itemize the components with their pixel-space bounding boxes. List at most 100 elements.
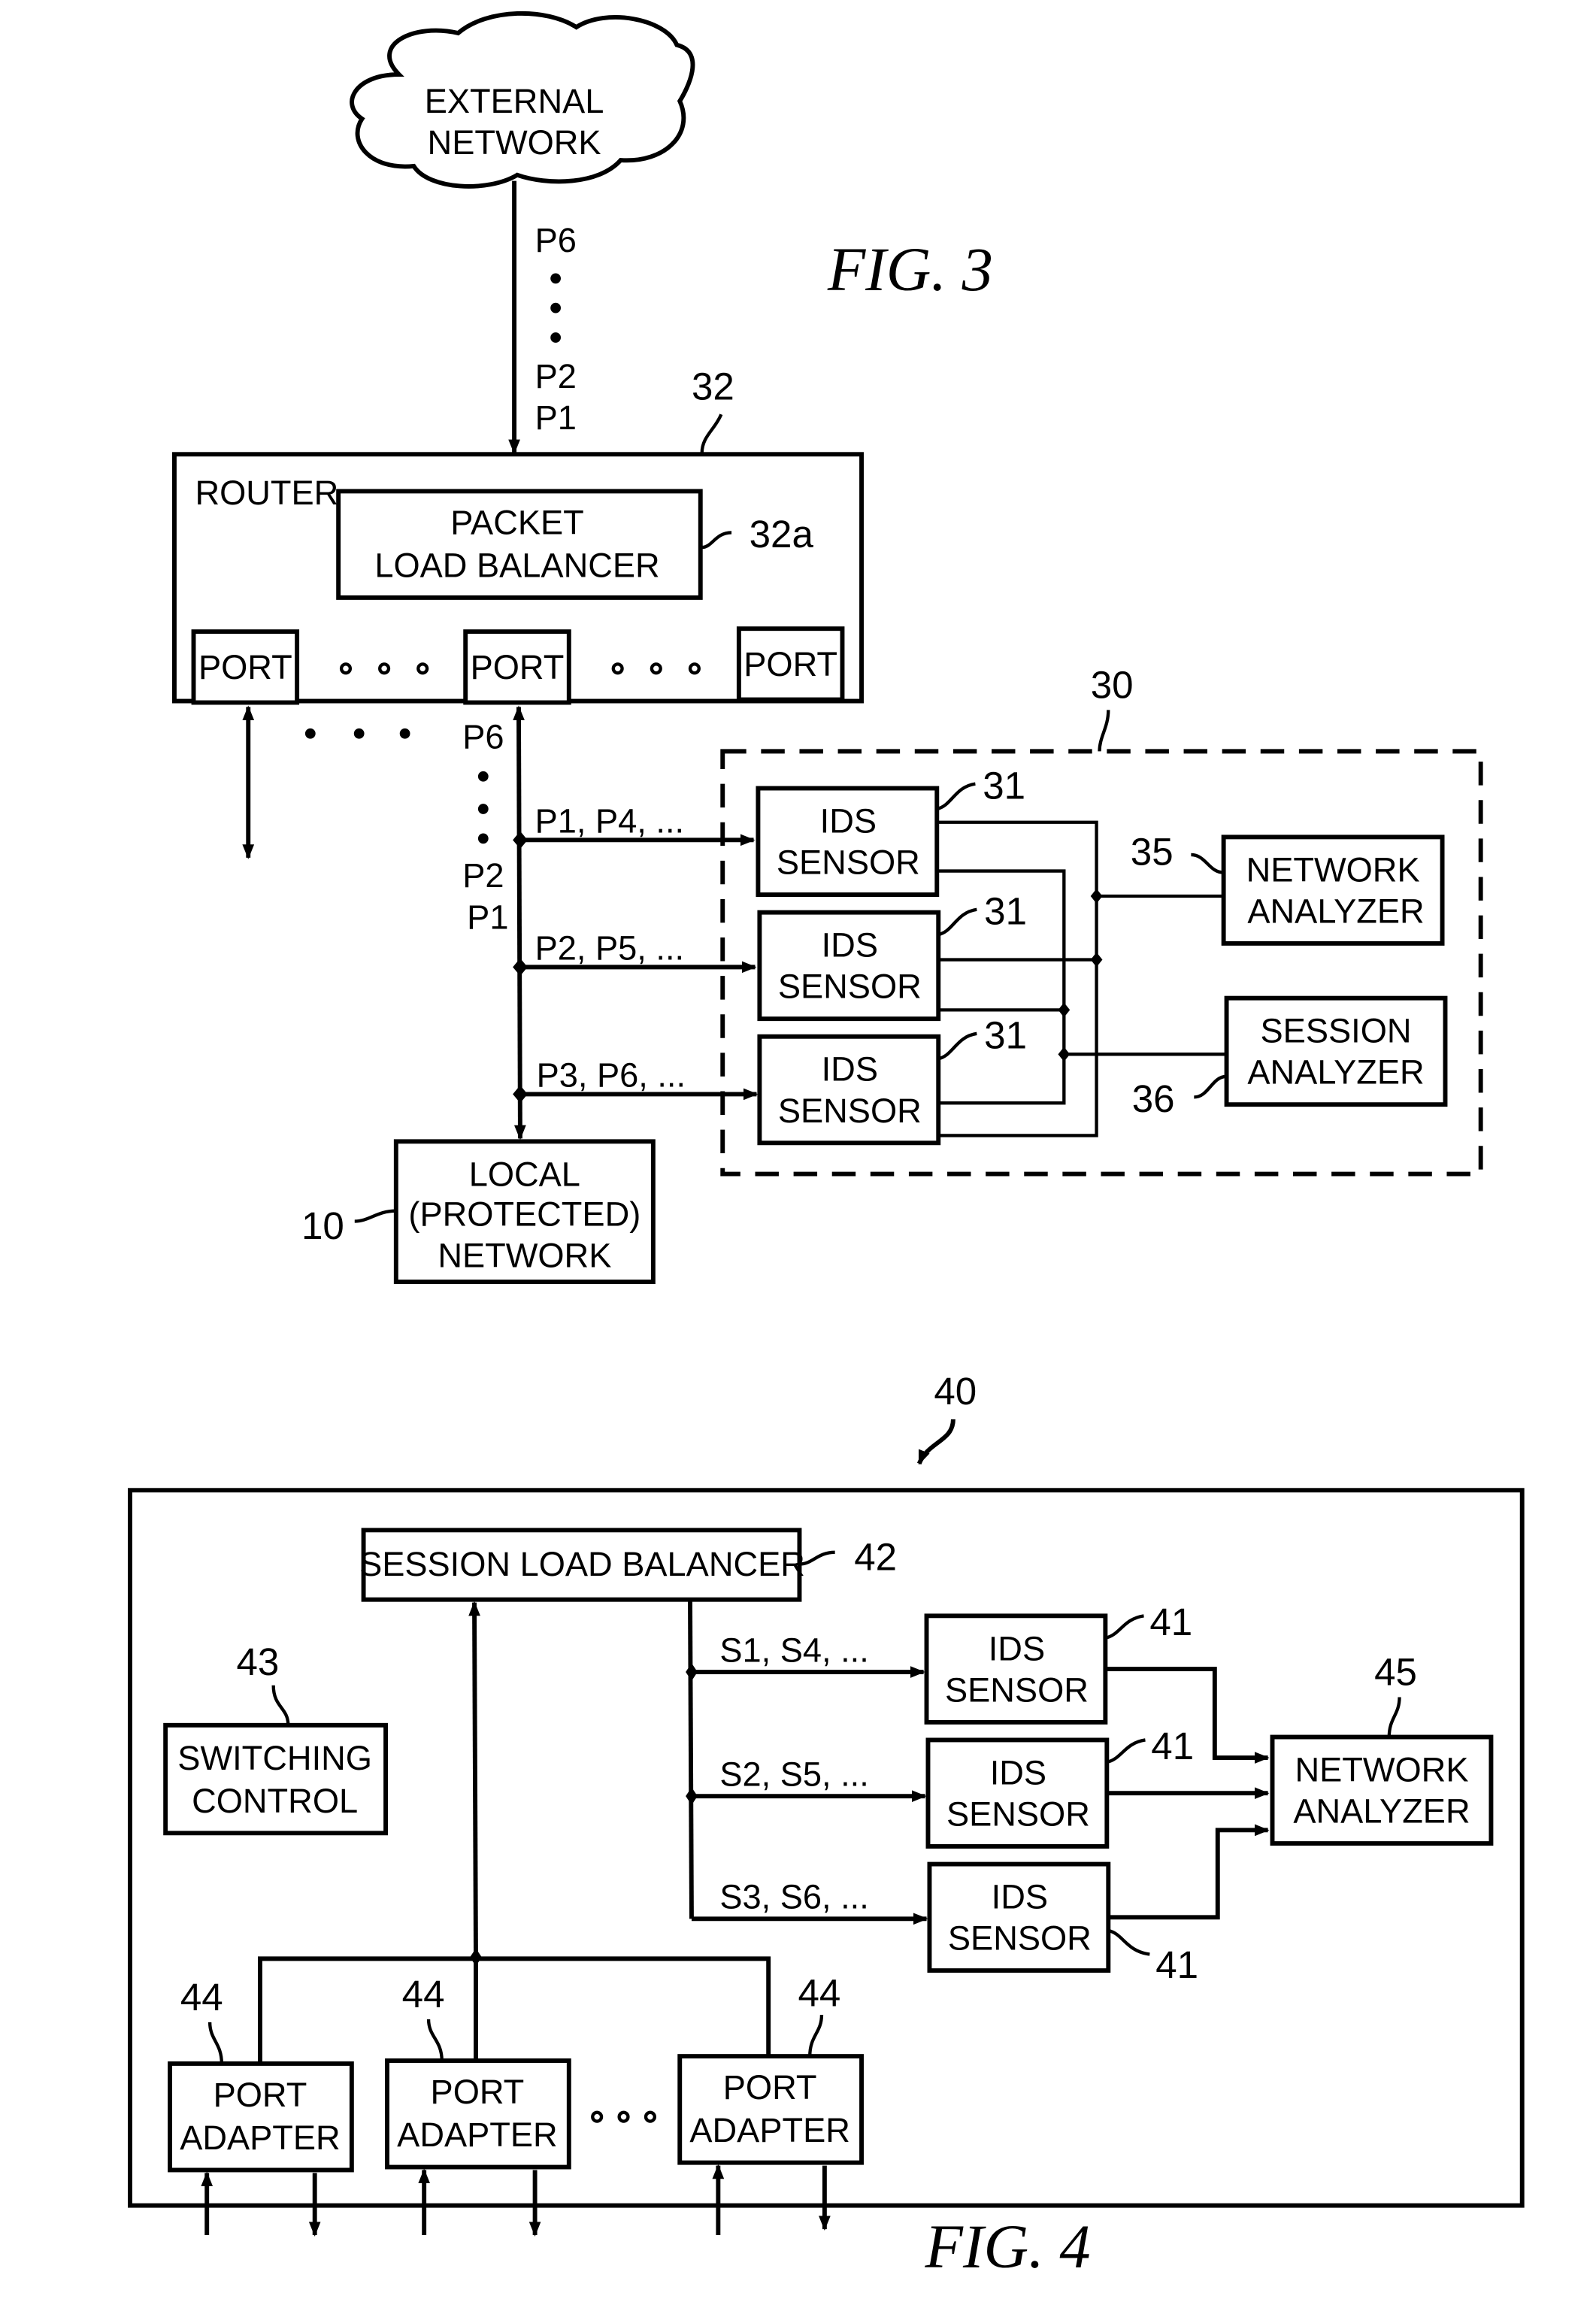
- external-network-cloud: EXTERNAL NETWORK: [350, 11, 695, 189]
- ellipsis-circle: [416, 662, 429, 675]
- fig3-network-analyzer: NETWORK ANALYZER 35: [1131, 831, 1445, 946]
- ellipsis-dot: [304, 728, 316, 739]
- sensor-ref: 31: [984, 889, 1027, 932]
- switching-control: SWITCHING CONTROL 43: [163, 1640, 389, 1836]
- fig4: 40 SESSION LOAD BALANCER 42 SWITCHING CO…: [128, 1370, 1525, 2281]
- ellipsis-dot: [477, 833, 489, 844]
- flow-label-1: P1, P4, ...: [535, 801, 685, 840]
- svg-text:SENSOR: SENSOR: [778, 968, 922, 1006]
- router-port-1: PORT: [191, 629, 300, 705]
- uplink-arrow: [468, 1601, 480, 1955]
- sensor-ref: 31: [984, 1013, 1027, 1056]
- switching-control-ref: 43: [237, 1640, 280, 1683]
- svg-text:ADAPTER: ADAPTER: [689, 2111, 850, 2149]
- svg-text:IDS: IDS: [992, 1878, 1048, 1916]
- flow-label-2: P2, P5, ...: [535, 929, 685, 968]
- fig3-sensor-2: IDS SENSOR 31: [757, 889, 1027, 1022]
- fig3-sensor-1: IDS SENSOR 31: [756, 764, 1025, 897]
- ellipsis-circle: [378, 662, 391, 675]
- ellipsis-dot: [550, 332, 561, 343]
- fig4-sensor-1: IDS SENSOR 41: [924, 1601, 1192, 1725]
- incoming-packet-p2: P2: [535, 357, 577, 395]
- svg-text:LOCAL: LOCAL: [469, 1155, 580, 1193]
- svg-text:IDS: IDS: [990, 1753, 1046, 1792]
- svg-text:SENSOR: SENSOR: [778, 1092, 922, 1130]
- svg-text:IDS: IDS: [820, 801, 877, 840]
- router-label: ROUTER: [195, 474, 338, 512]
- ellipsis-circle: [339, 662, 353, 675]
- svg-text:ADAPTER: ADAPTER: [397, 2116, 558, 2154]
- session-flow-label-3: S3, S6, ...: [719, 1878, 869, 1916]
- session-analyzer-ref: 36: [1132, 1077, 1175, 1120]
- svg-text:NETWORK: NETWORK: [438, 1236, 611, 1274]
- sensor-ref: 31: [983, 764, 1025, 807]
- svg-text:SENSOR: SENSOR: [945, 1670, 1089, 1709]
- sensor-wiring: [937, 820, 1227, 1137]
- fig3-session-analyzer: SESSION ANALYZER 36: [1132, 995, 1448, 1120]
- cloud-label-line1: EXTERNAL: [425, 82, 604, 120]
- router-ref: 32: [692, 365, 734, 408]
- adapter-bus: [258, 1956, 771, 2062]
- svg-text:NETWORK: NETWORK: [1295, 1750, 1468, 1789]
- junction-node: [686, 1787, 698, 1805]
- router: 32 ROUTER PACKET LOAD BALANCER 32a PORT …: [172, 365, 864, 705]
- ellipsis-circle: [617, 2110, 630, 2123]
- svg-text:ANALYZER: ANALYZER: [1293, 1792, 1470, 1831]
- flow-label-3: P3, P6, ...: [537, 1056, 686, 1095]
- patent-drawing: EXTERNAL NETWORK P6 P2 P1 32 ROUTER PACK…: [128, 11, 1525, 2281]
- junction-node: [686, 1663, 698, 1681]
- svg-text:SENSOR: SENSOR: [777, 844, 920, 882]
- system-ref: 40: [934, 1370, 977, 1413]
- local-protected-network: LOCAL (PROTECTED) NETWORK 10: [301, 1139, 656, 1285]
- svg-text:PORT: PORT: [743, 645, 837, 683]
- plb-line2: LOAD BALANCER: [374, 546, 659, 584]
- svg-text:PORT: PORT: [471, 648, 565, 686]
- ellipsis-circle: [644, 2110, 656, 2123]
- port-trunk: [513, 705, 526, 1140]
- sensor-ref: 41: [1155, 1943, 1198, 1986]
- port-stream-top: P6: [462, 717, 504, 756]
- incoming-packet-top: P6: [535, 221, 577, 259]
- slb-ref: 42: [854, 1535, 897, 1578]
- ellipsis-circle: [650, 662, 662, 675]
- network-analyzer-ref: 45: [1374, 1651, 1417, 1694]
- ellipsis-circle: [688, 662, 701, 675]
- svg-text:(PROTECTED): (PROTECTED): [408, 1195, 641, 1233]
- fig3: EXTERNAL NETWORK P6 P2 P1 32 ROUTER PACK…: [172, 11, 1483, 1285]
- cloud-label-line2: NETWORK: [428, 123, 601, 162]
- slb-output-trunk: [688, 1599, 694, 1919]
- svg-text:ADAPTER: ADAPTER: [180, 2119, 341, 2157]
- router-port-2: PORT: [463, 629, 571, 705]
- incoming-packet-p1: P1: [535, 398, 577, 437]
- fig3-sensor-3: IDS SENSOR 31: [757, 1013, 1027, 1146]
- svg-text:SWITCHING: SWITCHING: [177, 1739, 372, 1777]
- sensor-ref: 41: [1149, 1601, 1192, 1643]
- svg-text:PORT: PORT: [198, 648, 292, 686]
- plb-ref: 32a: [750, 513, 814, 556]
- port-stream-p2: P2: [462, 856, 504, 895]
- fig3-caption: FIG. 3: [827, 235, 993, 304]
- ellipsis-dot: [353, 728, 365, 739]
- session-load-balancer: SESSION LOAD BALANCER 42: [359, 1528, 897, 1602]
- svg-text:ANALYZER: ANALYZER: [1247, 1053, 1424, 1092]
- svg-text:IDS: IDS: [822, 926, 878, 965]
- session-flow-label-2: S2, S5, ...: [719, 1755, 869, 1793]
- ellipsis-dot: [550, 273, 561, 284]
- svg-text:SENSOR: SENSOR: [946, 1795, 1090, 1833]
- svg-text:PORT: PORT: [431, 2073, 525, 2111]
- svg-text:PORT: PORT: [723, 2068, 817, 2107]
- fig4-sensor-3: IDS SENSOR 41: [927, 1861, 1198, 1986]
- network-analyzer-ref: 35: [1131, 831, 1174, 874]
- local-network-ref: 10: [301, 1204, 344, 1247]
- port-adapter-ref: 44: [180, 1976, 223, 2019]
- ellipsis-circle: [591, 2110, 604, 2123]
- svg-text:IDS: IDS: [989, 1629, 1045, 1667]
- fig4-caption: FIG. 4: [925, 2212, 1091, 2281]
- sensor-to-analyzer-3: [1108, 1824, 1270, 1920]
- system-ref-arrow: [916, 1419, 955, 1465]
- fig4-network-analyzer: NETWORK ANALYZER 45: [1270, 1651, 1494, 1846]
- ellipsis-circle: [611, 662, 624, 675]
- port-adapter-ref: 44: [798, 1971, 841, 2014]
- plb-line1: PACKET: [450, 503, 584, 541]
- svg-text:SESSION: SESSION: [1261, 1012, 1412, 1050]
